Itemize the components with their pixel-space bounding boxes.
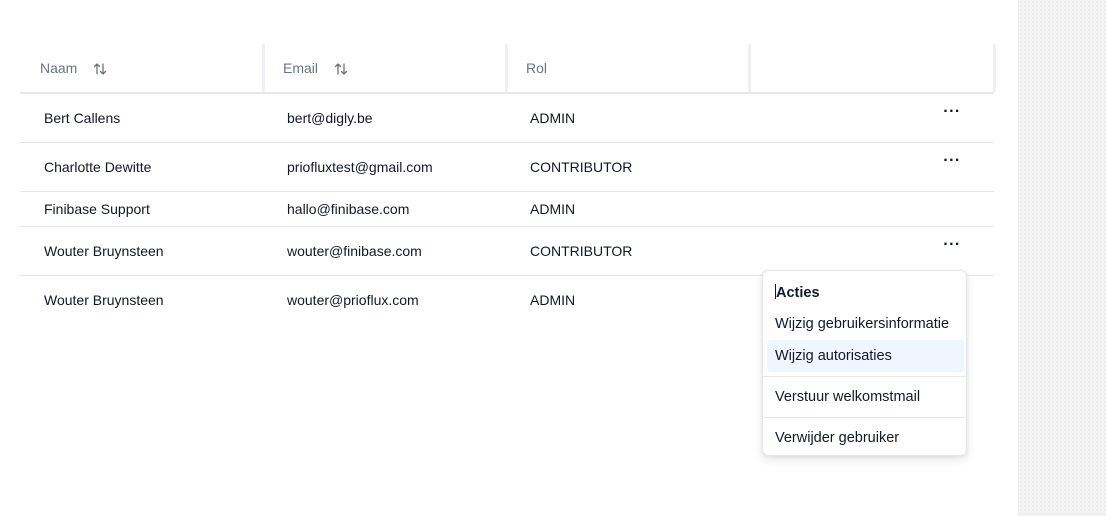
cell-role: CONTRIBUTOR: [506, 142, 749, 192]
column-header-rol: Rol: [506, 44, 751, 94]
cell-email: wouter@prioflux.com: [287, 292, 419, 308]
table-row: Charlotte Dewitte priofluxtest@gmail.com…: [20, 142, 994, 192]
cell-email: wouter@finibase.com: [263, 226, 506, 276]
side-panel-background: [1018, 0, 1106, 516]
cell-role: CONTRIBUTOR: [506, 226, 749, 276]
more-actions-icon[interactable]: ···: [940, 153, 964, 178]
cell-name: Wouter Bruynsteen: [20, 226, 263, 276]
table-row: Finibase Support hallo@finibase.com ADMI…: [20, 191, 994, 227]
cell-role: ADMIN: [506, 93, 749, 143]
cell-name: Bert Callens: [20, 93, 263, 143]
table-row: Wouter Bruynsteen wouter@finibase.com CO…: [20, 226, 994, 276]
column-header-email[interactable]: Email: [263, 44, 508, 94]
cell-email: bert@digly.be: [263, 93, 506, 143]
users-page: Naam Email Rol Bert Callens bert@digly.b…: [0, 0, 1018, 516]
menu-item-edit-authorizations[interactable]: Wijzig autorisaties: [767, 340, 964, 372]
menu-item-send-welcome-mail[interactable]: Verstuur welkomstmail: [767, 381, 964, 413]
cell-email: hallo@finibase.com: [263, 191, 506, 227]
column-header-label: Email: [283, 59, 319, 76]
cell-name: Charlotte Dewitte: [20, 142, 263, 192]
actions-dropdown-menu: Acties Wijzig gebruikersinformatie Wijzi…: [762, 270, 967, 456]
cell-email: priofluxtest@gmail.com: [263, 142, 506, 192]
more-actions-icon[interactable]: ···: [940, 237, 964, 262]
menu-divider: [763, 376, 966, 377]
column-header-label: Naam: [40, 59, 78, 76]
sort-icon[interactable]: [334, 62, 348, 76]
menu-item-delete-user[interactable]: Verwijder gebruiker: [767, 422, 964, 454]
column-header-naam[interactable]: Naam: [20, 44, 265, 94]
table-row: Bert Callens bert@digly.be ADMIN ···: [20, 93, 994, 143]
column-header-label: Rol: [526, 60, 548, 76]
cell-role: ADMIN: [506, 191, 749, 227]
cell-name: Finibase Support: [20, 191, 263, 227]
menu-divider: [763, 417, 966, 418]
more-actions-icon[interactable]: ···: [940, 104, 964, 129]
cell-name: Wouter Bruynsteen: [44, 292, 164, 308]
table-header-row: Naam Email Rol: [20, 44, 996, 94]
sort-icon[interactable]: [93, 62, 107, 76]
cell-role: ADMIN: [530, 292, 576, 308]
menu-title: Acties: [775, 284, 820, 301]
menu-item-edit-user-info[interactable]: Wijzig gebruikersinformatie: [767, 308, 964, 340]
column-header-actions: [749, 44, 996, 94]
